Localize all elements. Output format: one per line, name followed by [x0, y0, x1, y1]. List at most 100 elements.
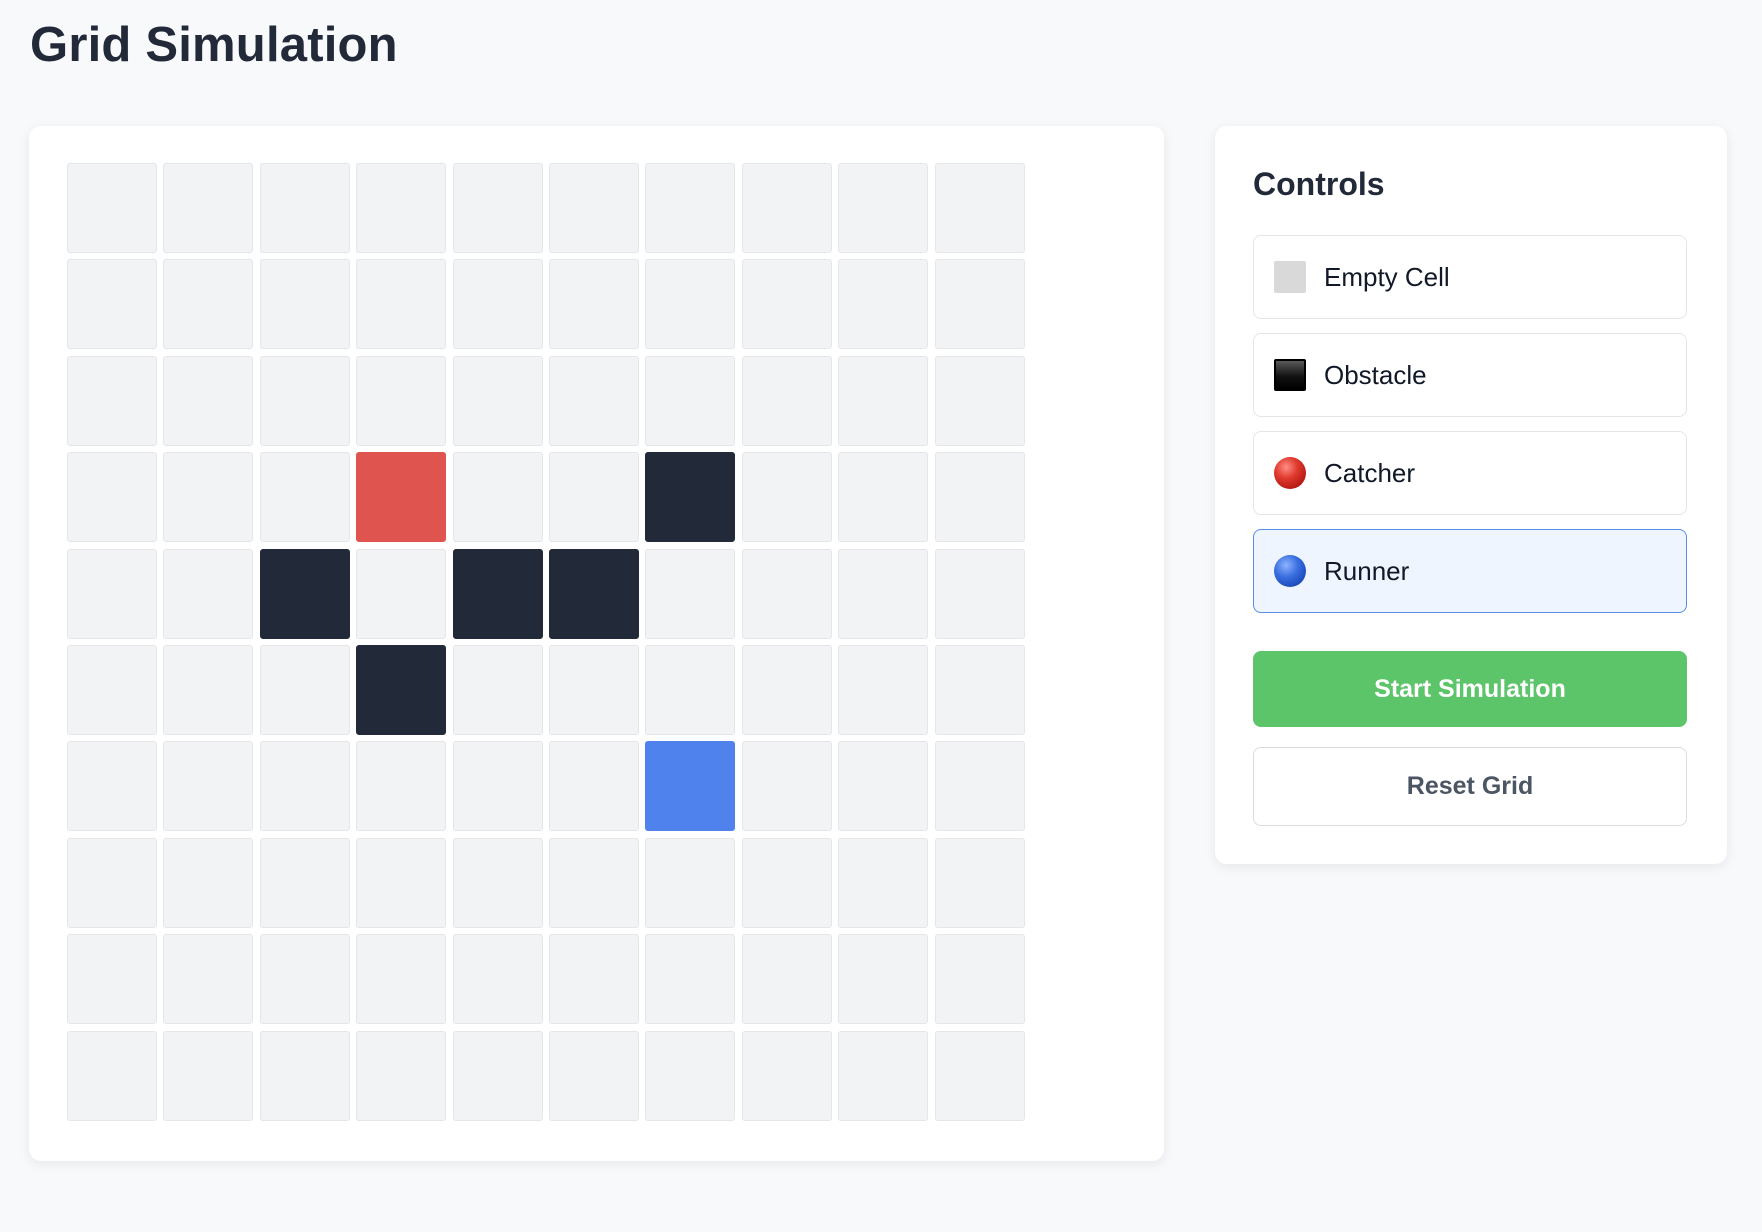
- grid-cell-obstacle[interactable]: [356, 644, 447, 735]
- grid-cell-empty[interactable]: [67, 259, 157, 350]
- grid-cell-empty[interactable]: [838, 452, 929, 543]
- grid-cell-empty[interactable]: [356, 259, 447, 350]
- reset-grid-button[interactable]: Reset Grid: [1253, 747, 1687, 826]
- grid-cell-empty[interactable]: [838, 163, 929, 253]
- grid-cell-empty[interactable]: [741, 644, 832, 735]
- grid-cell-empty[interactable]: [163, 1030, 254, 1121]
- grid-cell-empty[interactable]: [259, 452, 350, 543]
- grid-cell-runner[interactable]: [645, 741, 736, 832]
- grid-cell-empty[interactable]: [67, 644, 157, 735]
- grid-cell-empty[interactable]: [452, 741, 543, 832]
- grid-cell-empty[interactable]: [356, 548, 447, 639]
- grid-cell-empty[interactable]: [934, 644, 1025, 735]
- grid-cell-empty[interactable]: [645, 548, 736, 639]
- grid-cell-empty[interactable]: [548, 355, 639, 446]
- grid-cell-empty[interactable]: [741, 741, 832, 832]
- grid-cell-empty[interactable]: [67, 355, 157, 446]
- grid-cell-empty[interactable]: [452, 452, 543, 543]
- grid-cell-empty[interactable]: [934, 452, 1025, 543]
- grid-cell-empty[interactable]: [259, 837, 350, 928]
- grid-cell-obstacle[interactable]: [259, 548, 350, 639]
- grid-cell-empty[interactable]: [67, 163, 157, 253]
- grid-cell-empty[interactable]: [741, 355, 832, 446]
- grid-cell-empty[interactable]: [163, 259, 254, 350]
- grid-cell-empty[interactable]: [163, 741, 254, 832]
- grid-cell-empty[interactable]: [356, 934, 447, 1025]
- grid-cell-empty[interactable]: [259, 355, 350, 446]
- grid-cell-empty[interactable]: [934, 741, 1025, 832]
- grid-cell-empty[interactable]: [67, 548, 157, 639]
- grid-cell-empty[interactable]: [838, 1030, 929, 1121]
- grid-cell-empty[interactable]: [259, 163, 350, 253]
- grid-cell-empty[interactable]: [67, 837, 157, 928]
- grid-cell-empty[interactable]: [838, 548, 929, 639]
- grid-cell-empty[interactable]: [548, 934, 639, 1025]
- grid-cell-obstacle[interactable]: [452, 548, 543, 639]
- grid-cell-empty[interactable]: [838, 934, 929, 1025]
- grid-cell-empty[interactable]: [741, 934, 832, 1025]
- grid-cell-empty[interactable]: [548, 644, 639, 735]
- grid-cell-empty[interactable]: [452, 837, 543, 928]
- grid-cell-empty[interactable]: [548, 452, 639, 543]
- grid-cell-empty[interactable]: [163, 163, 254, 253]
- grid-cell-empty[interactable]: [163, 644, 254, 735]
- option-catcher[interactable]: Catcher: [1253, 431, 1687, 515]
- grid-cell-empty[interactable]: [452, 259, 543, 350]
- grid-cell-empty[interactable]: [838, 837, 929, 928]
- grid-cell-empty[interactable]: [934, 837, 1025, 928]
- grid-cell-empty[interactable]: [356, 837, 447, 928]
- grid-cell-empty[interactable]: [645, 1030, 736, 1121]
- grid-cell-empty[interactable]: [163, 355, 254, 446]
- grid-cell-empty[interactable]: [452, 163, 543, 253]
- grid-cell-empty[interactable]: [356, 163, 447, 253]
- grid-cell-empty[interactable]: [741, 452, 832, 543]
- grid-cell-empty[interactable]: [548, 837, 639, 928]
- grid-cell-empty[interactable]: [645, 259, 736, 350]
- grid-cell-empty[interactable]: [452, 644, 543, 735]
- grid-cell-empty[interactable]: [838, 741, 929, 832]
- grid-cell-empty[interactable]: [356, 355, 447, 446]
- grid-cell-empty[interactable]: [452, 355, 543, 446]
- grid-cell-empty[interactable]: [741, 837, 832, 928]
- grid-cell-empty[interactable]: [67, 452, 157, 543]
- grid-cell-empty[interactable]: [645, 644, 736, 735]
- grid-cell-obstacle[interactable]: [645, 452, 736, 543]
- grid-cell-empty[interactable]: [645, 837, 736, 928]
- grid-cell-empty[interactable]: [548, 1030, 639, 1121]
- grid-cell-empty[interactable]: [452, 1030, 543, 1121]
- grid-cell-empty[interactable]: [645, 355, 736, 446]
- grid-cell-empty[interactable]: [548, 163, 639, 253]
- grid-cell-empty[interactable]: [645, 934, 736, 1025]
- grid-cell-empty[interactable]: [163, 934, 254, 1025]
- grid-cell-empty[interactable]: [163, 548, 254, 639]
- grid-cell-catcher[interactable]: [356, 452, 447, 543]
- grid-cell-empty[interactable]: [259, 1030, 350, 1121]
- grid-cell-empty[interactable]: [934, 548, 1025, 639]
- grid-cell-empty[interactable]: [741, 259, 832, 350]
- grid-cell-obstacle[interactable]: [548, 548, 639, 639]
- grid-cell-empty[interactable]: [67, 1030, 157, 1121]
- grid-cell-empty[interactable]: [741, 163, 832, 253]
- grid-cell-empty[interactable]: [259, 741, 350, 832]
- grid-cell-empty[interactable]: [838, 355, 929, 446]
- grid-cell-empty[interactable]: [934, 163, 1025, 253]
- grid-cell-empty[interactable]: [356, 741, 447, 832]
- grid-cell-empty[interactable]: [452, 934, 543, 1025]
- grid-cell-empty[interactable]: [259, 934, 350, 1025]
- grid-cell-empty[interactable]: [67, 741, 157, 832]
- grid-cell-empty[interactable]: [548, 741, 639, 832]
- grid-cell-empty[interactable]: [934, 934, 1025, 1025]
- grid-cell-empty[interactable]: [259, 259, 350, 350]
- grid-cell-empty[interactable]: [838, 259, 929, 350]
- grid-cell-empty[interactable]: [741, 548, 832, 639]
- grid-cell-empty[interactable]: [548, 259, 639, 350]
- option-obstacle[interactable]: Obstacle: [1253, 333, 1687, 417]
- grid-cell-empty[interactable]: [356, 1030, 447, 1121]
- grid-cell-empty[interactable]: [163, 452, 254, 543]
- grid-cell-empty[interactable]: [934, 355, 1025, 446]
- grid-cell-empty[interactable]: [838, 644, 929, 735]
- start-simulation-button[interactable]: Start Simulation: [1253, 651, 1687, 727]
- grid-cell-empty[interactable]: [645, 163, 736, 253]
- grid-cell-empty[interactable]: [934, 259, 1025, 350]
- grid-cell-empty[interactable]: [741, 1030, 832, 1121]
